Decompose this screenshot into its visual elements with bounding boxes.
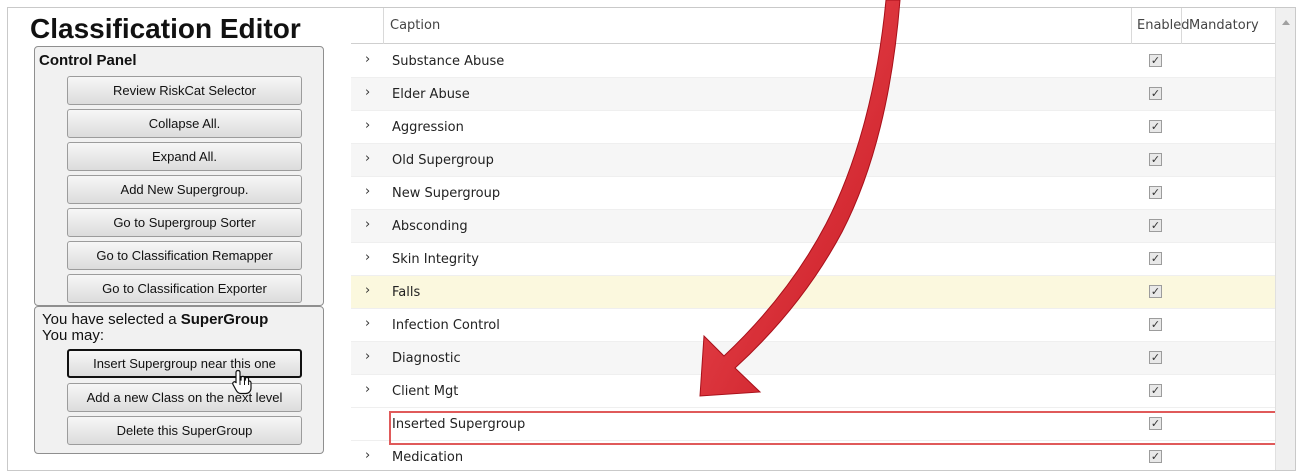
vertical-scrollbar[interactable] (1275, 8, 1295, 470)
table-row[interactable]: › Substance Abuse ✓ (351, 45, 1275, 78)
page-title: Classification Editor (30, 13, 301, 44)
collapse-all-button[interactable]: Collapse All. (67, 109, 302, 138)
classification-editor-window: Classification Editor Control Panel Revi… (7, 7, 1296, 471)
table-row[interactable]: › Elder Abuse ✓ (351, 78, 1275, 111)
table-row[interactable]: › Falls ✓ (351, 276, 1275, 309)
selection-prefix: You have selected a (42, 311, 177, 328)
row-caption: Infection Control (392, 318, 500, 333)
enabled-checkbox[interactable]: ✓ (1149, 186, 1162, 199)
row-caption: Aggression (392, 120, 464, 135)
chevron-right-icon[interactable]: › (365, 349, 370, 364)
table-row[interactable]: › Aggression ✓ (351, 111, 1275, 144)
enabled-checkbox[interactable]: ✓ (1149, 384, 1162, 397)
enabled-checkbox[interactable]: ✓ (1149, 252, 1162, 265)
caption-column-header[interactable]: Caption (383, 8, 1131, 44)
enabled-checkbox[interactable]: ✓ (1149, 219, 1162, 232)
table-row[interactable]: Inserted Supergroup ✓ (351, 408, 1275, 441)
chevron-right-icon[interactable]: › (365, 283, 370, 298)
go-to-classification-remapper-button[interactable]: Go to Classification Remapper (67, 241, 302, 270)
grid-rows: › Substance Abuse ✓ › Elder Abuse ✓ › Aggressio… (351, 45, 1275, 470)
hand-cursor-icon (232, 369, 252, 395)
enabled-checkbox[interactable]: ✓ (1149, 318, 1162, 331)
table-row[interactable]: › Medication ✓ (351, 441, 1275, 470)
table-row[interactable]: › New Supergroup ✓ (351, 177, 1275, 210)
chevron-right-icon[interactable]: › (365, 85, 370, 100)
enabled-checkbox[interactable]: ✓ (1149, 417, 1162, 430)
enabled-checkbox[interactable]: ✓ (1149, 450, 1162, 463)
table-row[interactable]: › Old Supergroup ✓ (351, 144, 1275, 177)
expand-all-button[interactable]: Expand All. (67, 142, 302, 171)
chevron-right-icon[interactable]: › (365, 448, 370, 463)
table-row[interactable]: › Client Mgt ✓ (351, 375, 1275, 408)
chevron-right-icon[interactable]: › (365, 217, 370, 232)
enabled-column-header[interactable]: Enabled (1131, 8, 1190, 44)
row-caption: New Supergroup (392, 186, 501, 201)
row-caption: Medication (392, 450, 464, 465)
mandatory-column-header[interactable]: Mandatory (1181, 8, 1275, 44)
enabled-checkbox[interactable]: ✓ (1149, 285, 1162, 298)
insert-supergroup-button[interactable]: Insert Supergroup near this one (67, 349, 302, 378)
go-to-supergroup-sorter-button[interactable]: Go to Supergroup Sorter (67, 208, 302, 237)
delete-supergroup-button[interactable]: Delete this SuperGroup (67, 416, 302, 445)
chevron-right-icon[interactable]: › (365, 316, 370, 331)
row-caption: Elder Abuse (392, 87, 470, 102)
table-row[interactable]: › Diagnostic ✓ (351, 342, 1275, 375)
row-caption: Falls (392, 285, 421, 300)
table-row[interactable]: › Skin Integrity ✓ (351, 243, 1275, 276)
add-new-class-button[interactable]: Add a new Class on the next level (67, 383, 302, 412)
table-row[interactable]: › Absconding ✓ (351, 210, 1275, 243)
classification-grid: Caption Enabled Mandatory › Substance Abu… (351, 8, 1295, 470)
enabled-checkbox[interactable]: ✓ (1149, 120, 1162, 133)
chevron-right-icon[interactable]: › (365, 151, 370, 166)
selected-type: SuperGroup (180, 311, 269, 328)
enabled-checkbox[interactable]: ✓ (1149, 351, 1162, 364)
row-caption: Substance Abuse (392, 54, 505, 69)
enabled-checkbox[interactable]: ✓ (1149, 54, 1162, 67)
left-panel: Classification Editor Control Panel Revi… (8, 8, 341, 470)
control-panel-title: Control Panel (39, 52, 137, 69)
selection-panel: You have selected a SuperGroup You may: … (34, 306, 324, 454)
row-caption: Inserted Supergroup (392, 417, 526, 432)
table-row[interactable]: › Infection Control ✓ (351, 309, 1275, 342)
scroll-up-icon[interactable] (1282, 20, 1290, 25)
review-riskcat-selector-button[interactable]: Review RiskCat Selector (67, 76, 302, 105)
chevron-right-icon[interactable]: › (365, 52, 370, 67)
row-caption: Absconding (392, 219, 468, 234)
grid-header: Caption Enabled Mandatory (351, 8, 1295, 44)
row-caption: Skin Integrity (392, 252, 479, 267)
row-caption: Diagnostic (392, 351, 461, 366)
chevron-right-icon[interactable]: › (365, 250, 370, 265)
enabled-checkbox[interactable]: ✓ (1149, 87, 1162, 100)
chevron-right-icon[interactable]: › (365, 382, 370, 397)
selection-message: You have selected a SuperGroup You may: (42, 312, 322, 344)
row-caption: Client Mgt (392, 384, 459, 399)
control-panel: Control Panel Review RiskCat Selector Co… (34, 46, 324, 306)
may-label: You may: (42, 327, 104, 344)
go-to-classification-exporter-button[interactable]: Go to Classification Exporter (67, 274, 302, 303)
add-new-supergroup-button[interactable]: Add New Supergroup. (67, 175, 302, 204)
chevron-right-icon[interactable]: › (365, 118, 370, 133)
enabled-checkbox[interactable]: ✓ (1149, 153, 1162, 166)
chevron-right-icon[interactable]: › (365, 184, 370, 199)
row-caption: Old Supergroup (392, 153, 494, 168)
